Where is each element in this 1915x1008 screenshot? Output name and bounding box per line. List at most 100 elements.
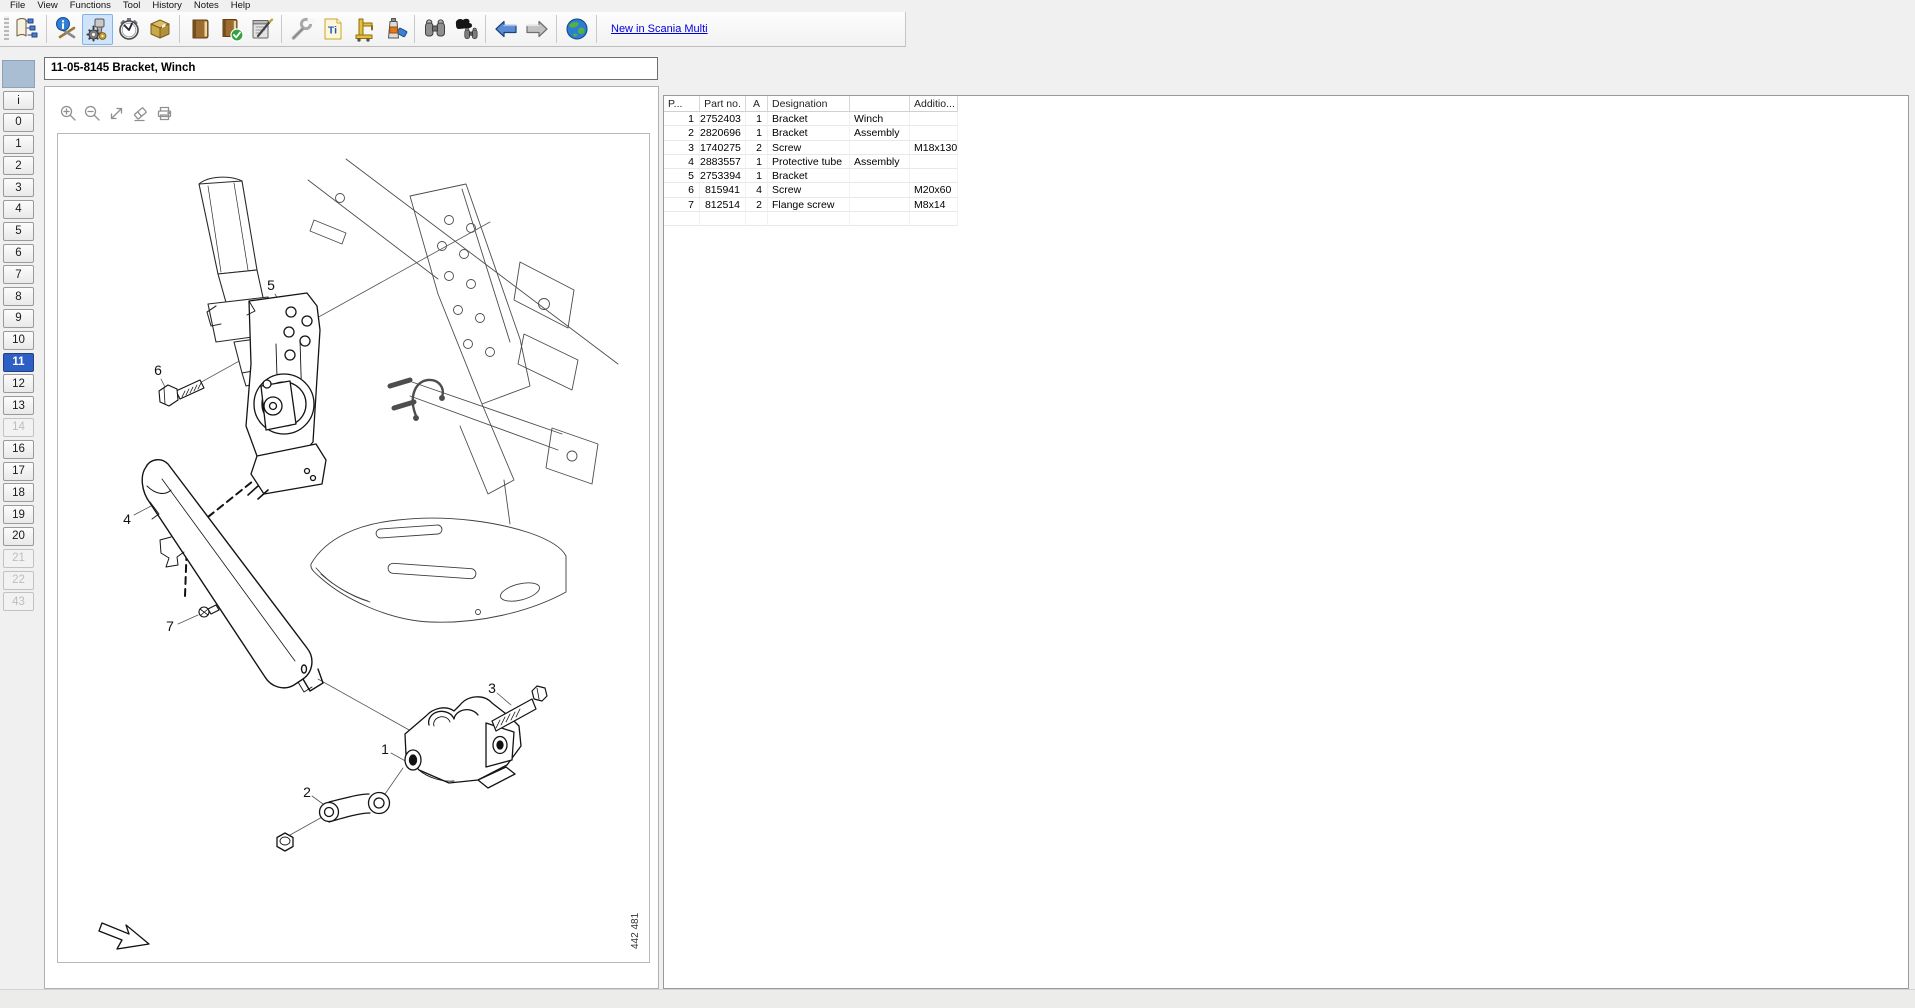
new-in-scania-multi-link[interactable]: New in Scania Multi (611, 23, 708, 35)
menu-help[interactable]: Help (225, 0, 257, 12)
fit-view-button[interactable] (106, 103, 126, 123)
table-cell (910, 212, 958, 226)
table-row[interactable]: 78125142Flange screwM8x14 (664, 198, 1908, 212)
table-row[interactable]: 428835571Protective tubeAssembly (664, 155, 1908, 169)
parts-tree-button[interactable] (11, 14, 42, 45)
column-header[interactable]: Designation (768, 96, 850, 112)
components-button[interactable] (82, 14, 113, 45)
package-button[interactable] (144, 14, 175, 45)
menu-history[interactable]: History (146, 0, 188, 12)
table-cell: 1740275 (700, 141, 746, 155)
technical-illustration: 1 2 3 4 5 6 7 442 481 (58, 134, 649, 962)
history-stopwatch-button[interactable] (113, 14, 144, 45)
advanced-search-icon (453, 16, 479, 42)
zoom-out-button[interactable] (82, 103, 102, 123)
sidebar-group-11[interactable]: 11 (3, 353, 34, 372)
lubricant-icon (382, 16, 408, 42)
sidebar-group-16[interactable]: 16 (3, 440, 34, 459)
book-check-icon (218, 16, 244, 42)
callout-5: 5 (267, 277, 275, 293)
sidebar-group-6[interactable]: 6 (3, 244, 34, 263)
toolbar-grip[interactable] (4, 16, 9, 42)
tool-button[interactable] (286, 14, 317, 45)
sidebar-group-4[interactable]: 4 (3, 200, 34, 219)
product-info-button[interactable] (51, 14, 82, 45)
sidebar-group-10[interactable]: 10 (3, 331, 34, 350)
print-button[interactable] (154, 103, 174, 123)
direction-arrow (99, 923, 149, 949)
zoom-out-icon (83, 104, 102, 123)
fit-view-icon (107, 104, 126, 123)
web-button[interactable] (561, 14, 592, 45)
sidebar-group-18[interactable]: 18 (3, 483, 34, 502)
table-cell: 2820696 (700, 126, 746, 140)
column-header[interactable]: Additio... (910, 96, 958, 112)
menu-notes[interactable]: Notes (188, 0, 225, 12)
callout-4: 4 (123, 511, 131, 527)
sidebar-group-9[interactable]: 9 (3, 309, 34, 328)
column-header[interactable] (850, 96, 910, 112)
table-row[interactable]: 527533941Bracket (664, 169, 1908, 183)
bracket-5 (246, 293, 326, 499)
table-row[interactable]: 317402752ScrewM18x130 (664, 141, 1908, 155)
table-row[interactable]: 68159414ScrewM20x60 (664, 183, 1908, 197)
menu-tool[interactable]: Tool (117, 0, 146, 12)
sidebar-group-22: 22 (3, 571, 34, 590)
sidebar-group-8[interactable]: 8 (3, 287, 34, 306)
table-cell: Assembly (850, 126, 910, 140)
bracket-1 (405, 697, 521, 788)
table-cell: Flange screw (768, 198, 850, 212)
lubricant-button[interactable] (379, 14, 410, 45)
notes-button[interactable] (246, 14, 277, 45)
zoom-in-button[interactable] (58, 103, 78, 123)
sidebar-group-20[interactable]: 20 (3, 527, 34, 546)
eraser-button[interactable] (130, 103, 150, 123)
sidebar-group-7[interactable]: 7 (3, 265, 34, 284)
sidebar-group-3[interactable]: 3 (3, 178, 34, 197)
parts-table-panel: P...Part no.ADesignation Additio...127524… (663, 95, 1909, 989)
table-cell: Bracket (768, 169, 850, 183)
column-header[interactable]: Part no. (700, 96, 746, 112)
table-row[interactable]: 228206961BracketAssembly (664, 126, 1908, 140)
group-sidebar: i012345678910111213141617181920212243 (2, 60, 35, 614)
ti-document-button[interactable]: Ti (317, 14, 348, 45)
bolt-6 (159, 380, 204, 406)
callout-6: 6 (154, 362, 162, 378)
toolbar-separator (414, 15, 415, 43)
sidebar-group-i[interactable]: i (3, 91, 34, 110)
table-cell: 812514 (700, 198, 746, 212)
table-cell: 1 (664, 112, 700, 126)
table-cell: M20x60 (910, 183, 958, 197)
sidebar-group-17[interactable]: 17 (3, 462, 34, 481)
sidebar-group-0[interactable]: 0 (3, 113, 34, 132)
frame-lines (308, 159, 618, 622)
menu-file[interactable]: File (4, 0, 31, 12)
book-confirm-button[interactable] (215, 14, 246, 45)
drawing-panel: 1 2 3 4 5 6 7 442 481 (44, 86, 659, 989)
search-button[interactable] (419, 14, 450, 45)
sidebar-group-5[interactable]: 5 (3, 222, 34, 241)
drawing-canvas[interactable]: 1 2 3 4 5 6 7 442 481 (57, 133, 650, 963)
back-button[interactable] (490, 14, 521, 45)
equipment-button[interactable] (348, 14, 379, 45)
table-cell: 1 (746, 126, 768, 140)
sidebar-group-13[interactable]: 13 (3, 396, 34, 415)
sidebar-group-2[interactable]: 2 (3, 156, 34, 175)
stopwatch-icon (116, 16, 142, 42)
table-cell (910, 169, 958, 183)
sidebar-group-19[interactable]: 19 (3, 505, 34, 524)
forward-arrow-icon (524, 16, 550, 42)
table-cell (850, 198, 910, 212)
forward-button[interactable] (521, 14, 552, 45)
table-cell: 2 (664, 126, 700, 140)
book-button[interactable] (184, 14, 215, 45)
toolbar: Ti (0, 12, 906, 47)
table-row[interactable]: 127524031BracketWinch (664, 112, 1908, 126)
column-header[interactable]: A (746, 96, 768, 112)
advanced-search-button[interactable] (450, 14, 481, 45)
column-header[interactable]: P... (664, 96, 700, 112)
menu-functions[interactable]: Functions (64, 0, 117, 12)
menu-view[interactable]: View (31, 0, 63, 12)
sidebar-group-1[interactable]: 1 (3, 135, 34, 154)
sidebar-group-12[interactable]: 12 (3, 374, 34, 393)
